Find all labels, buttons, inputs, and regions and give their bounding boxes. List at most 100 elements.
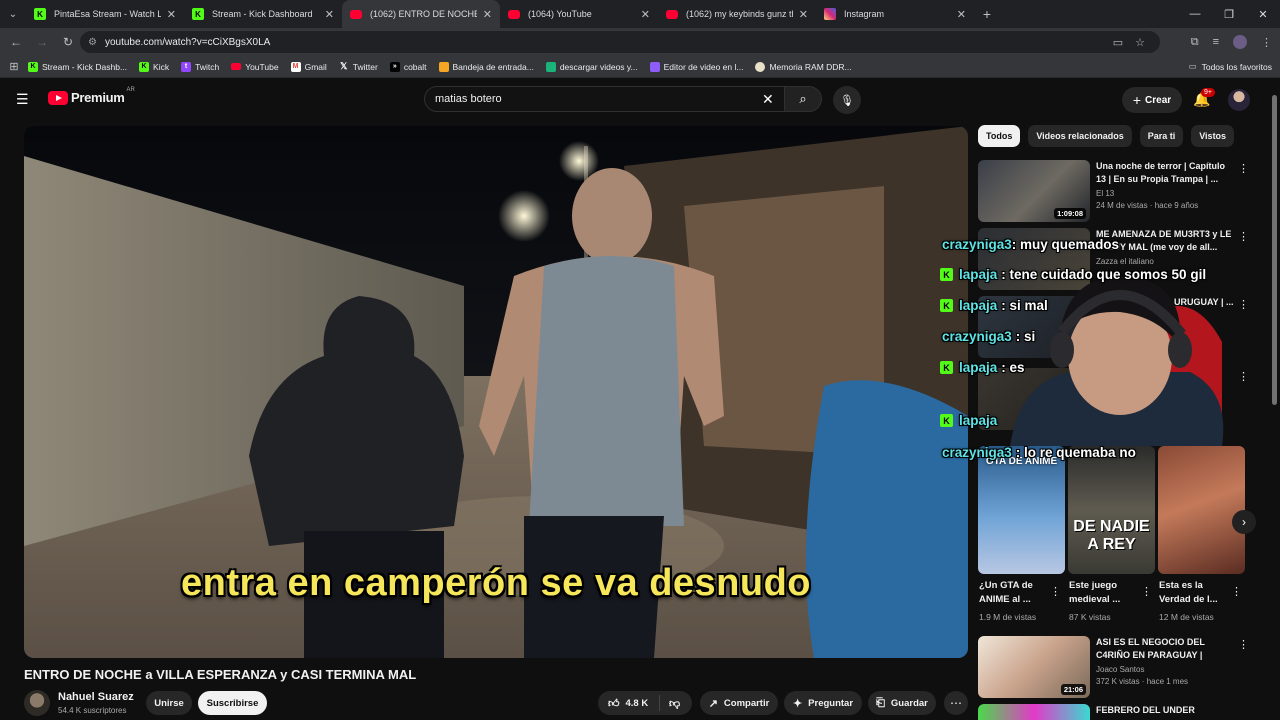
back-arrow-icon[interactable]: ← bbox=[4, 30, 28, 54]
more-options-icon[interactable]: ⋮ bbox=[1238, 370, 1249, 383]
account-avatar[interactable] bbox=[1228, 89, 1250, 111]
menu-kebab-icon[interactable]: ⋮ bbox=[1261, 36, 1272, 49]
bookmark-item[interactable]: Bandeja de entrada... bbox=[438, 61, 534, 72]
short-thumbnail[interactable] bbox=[1158, 446, 1245, 574]
recommended-video[interactable]: 1:09:08 Una noche de terror | Capítulo 1… bbox=[978, 160, 1258, 222]
share-button[interactable]: ↗ Compartir bbox=[700, 691, 778, 715]
bookmark-item[interactable]: Editor de video en l... bbox=[649, 61, 744, 72]
close-window-icon[interactable]: ✕ bbox=[1246, 0, 1280, 28]
video-thumbnail[interactable]: 21:06 bbox=[978, 636, 1090, 698]
more-options-icon[interactable]: ⋮ bbox=[1050, 585, 1061, 598]
close-tab-icon[interactable]: ✕ bbox=[641, 8, 650, 21]
more-options-icon[interactable]: ⋮ bbox=[1238, 162, 1249, 175]
site-info-icon[interactable]: ⚙ bbox=[88, 37, 97, 48]
chip-all[interactable]: Todos bbox=[978, 125, 1021, 147]
create-button[interactable]: + Crear bbox=[1122, 87, 1182, 113]
bookmark-item[interactable]: K Stream - Kick Dashb... bbox=[28, 61, 127, 72]
shorts-next-arrow-icon[interactable]: › bbox=[1232, 510, 1256, 534]
extensions-icon[interactable]: ⧉ bbox=[1191, 36, 1199, 49]
browser-tab[interactable]: (1064) YouTube ✕ bbox=[500, 0, 658, 28]
more-options-icon[interactable]: ⋮ bbox=[1238, 638, 1249, 651]
bookmark-item[interactable]: t Twitch bbox=[181, 61, 219, 72]
chip-related[interactable]: Videos relacionados bbox=[1028, 125, 1132, 147]
close-tab-icon[interactable]: ✕ bbox=[167, 8, 176, 21]
search-button[interactable]: ⌕ bbox=[784, 86, 822, 112]
bookmark-item[interactable]: K Kick bbox=[139, 61, 169, 72]
rec-title[interactable]: FEBRERO DEL UNDER bbox=[1096, 704, 1236, 717]
chip-for-you[interactable]: Para ti bbox=[1139, 125, 1184, 147]
browser-tab[interactable]: (1062) my keybinds gunz the d ✕ bbox=[658, 0, 816, 28]
hamburger-menu-icon[interactable]: ☰ bbox=[16, 91, 32, 108]
new-tab-button[interactable]: + bbox=[974, 6, 1000, 22]
channel-avatar[interactable] bbox=[24, 690, 50, 716]
save-button[interactable]: ⎗ Guardar bbox=[868, 691, 936, 715]
kick-badge-icon: K bbox=[940, 414, 953, 427]
chat-message: K lapaja : si mal bbox=[940, 298, 1048, 313]
dislike-button[interactable]: 👎︎ bbox=[660, 697, 680, 710]
all-bookmarks[interactable]: ▭ Todos los favoritos bbox=[1189, 61, 1272, 72]
subscribe-button[interactable]: Suscribirse bbox=[198, 691, 267, 715]
close-tab-icon[interactable]: ✕ bbox=[483, 8, 492, 21]
close-tab-icon[interactable]: ✕ bbox=[325, 8, 334, 21]
bookmark-item[interactable]: 𝕏 Twitter bbox=[339, 61, 378, 72]
bookmark-item[interactable]: Memoria RAM DDR... bbox=[755, 61, 852, 72]
clear-search-icon[interactable]: ✕ bbox=[762, 91, 774, 108]
minimize-icon[interactable]: — bbox=[1178, 0, 1212, 28]
bookmark-item[interactable]: YouTube bbox=[231, 62, 279, 72]
short-thumbnail[interactable]: DE NADIE A REY bbox=[1068, 446, 1155, 574]
profile-avatar-icon[interactable] bbox=[1233, 35, 1247, 49]
close-tab-icon[interactable]: ✕ bbox=[799, 8, 808, 21]
restore-icon[interactable]: ❐ bbox=[1212, 0, 1246, 28]
rec-title[interactable]: Una noche de terror | Capítulo 13 | En s… bbox=[1096, 160, 1236, 186]
chip-watched[interactable]: Vistos bbox=[1191, 125, 1235, 147]
apps-grid-icon[interactable]: ⊞ bbox=[0, 60, 28, 73]
bookmark-star-icon[interactable]: ☆ bbox=[1135, 36, 1145, 49]
bookmark-label: Editor de video en l... bbox=[663, 61, 744, 72]
youtube-icon bbox=[508, 9, 520, 19]
rec-title[interactable]: ASI ES EL NEGOCIO DEL C4RIÑO EN PARAGUAY… bbox=[1096, 636, 1236, 662]
close-tab-icon[interactable]: ✕ bbox=[957, 8, 966, 21]
recommended-video[interactable]: FEBRERO DEL UNDER bbox=[978, 704, 1258, 720]
short-title[interactable]: Este juego medieval ... bbox=[1069, 579, 1135, 607]
video-thumbnail[interactable]: 1:09:08 bbox=[978, 160, 1090, 222]
more-options-icon[interactable]: ⋮ bbox=[1231, 585, 1242, 598]
tab-search-chevron-icon[interactable]: ⌄ bbox=[0, 0, 26, 28]
recommended-video[interactable]: 21:06 ASI ES EL NEGOCIO DEL C4RIÑO EN PA… bbox=[978, 636, 1258, 698]
more-options-icon[interactable]: ⋮ bbox=[1141, 585, 1152, 598]
youtube-premium-logo[interactable]: Premium AR bbox=[48, 87, 135, 105]
like-button[interactable]: 👍︎ 4.8 K bbox=[598, 695, 660, 711]
browser-tab[interactable]: K Stream - Kick Dashboard ✕ bbox=[184, 0, 342, 28]
rec-channel[interactable]: Joaco Santos bbox=[1096, 665, 1236, 674]
tab-title: Stream - Kick Dashboard bbox=[212, 9, 313, 19]
more-options-icon[interactable]: ⋮ bbox=[1238, 298, 1249, 311]
chat-message: crazyniga3 : muy quemados bbox=[942, 237, 1119, 252]
reload-icon[interactable]: ↻ bbox=[56, 30, 80, 54]
voice-search-button[interactable]: 🎙 bbox=[833, 86, 861, 114]
short-title[interactable]: ¿Un GTA de ANIME al ... bbox=[979, 579, 1045, 607]
browser-tab[interactable]: K PintaEsa Stream - Watch Live o ✕ bbox=[26, 0, 184, 28]
more-actions-icon[interactable]: ⋯ bbox=[944, 691, 968, 715]
join-button[interactable]: Unirse bbox=[146, 691, 192, 715]
channel-name[interactable]: Nahuel Suarez bbox=[58, 691, 134, 703]
video-thumbnail[interactable] bbox=[978, 704, 1090, 720]
ask-button[interactable]: ✦ Preguntar bbox=[784, 691, 862, 715]
browser-tab[interactable]: Instagram ✕ bbox=[816, 0, 974, 28]
forward-arrow-icon[interactable]: → bbox=[30, 30, 54, 54]
more-options-icon[interactable]: ⋮ bbox=[1238, 230, 1249, 243]
scrollbar-thumb[interactable] bbox=[1272, 95, 1277, 405]
chat-text: : si mal bbox=[1001, 298, 1048, 313]
bookmark-item[interactable]: M Gmail bbox=[290, 61, 327, 72]
media-control-icon[interactable]: ≡ bbox=[1213, 36, 1219, 48]
video-player[interactable]: entra en camperón se va desnudo bbox=[24, 126, 968, 658]
cast-icon[interactable]: ▭ bbox=[1113, 36, 1123, 49]
search-input[interactable]: matias botero bbox=[424, 86, 788, 112]
bookmark-item[interactable]: » cobalt bbox=[389, 61, 427, 72]
short-title[interactable]: Esta es la Verdad de l... bbox=[1159, 579, 1225, 607]
rec-channel[interactable]: El 13 bbox=[1096, 189, 1236, 198]
tab-title: (1062) ENTRO DE NOCHE a VIL bbox=[370, 9, 477, 19]
page-scrollbar[interactable] bbox=[1270, 83, 1278, 720]
short-thumbnail[interactable]: GTA DE ANIME bbox=[978, 446, 1065, 574]
browser-tab-active[interactable]: (1062) ENTRO DE NOCHE a VIL ✕ bbox=[342, 0, 500, 28]
address-bar[interactable]: ⚙ youtube.com/watch?v=cCiXBgsX0LA bbox=[80, 31, 1160, 53]
bookmark-item[interactable]: descargar videos y... bbox=[545, 61, 638, 72]
